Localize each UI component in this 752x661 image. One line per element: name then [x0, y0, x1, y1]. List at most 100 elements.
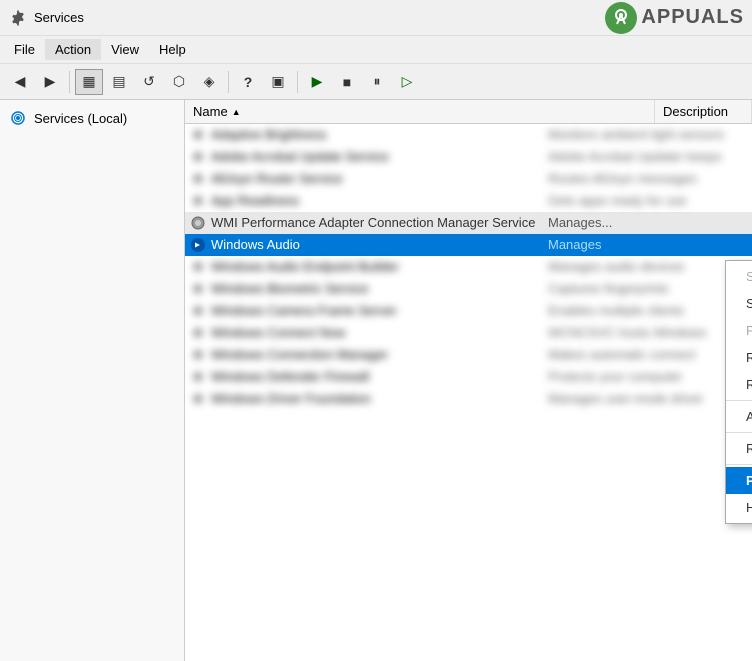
back-button[interactable]: ◀: [6, 69, 34, 95]
table-row[interactable]: WMI Performance Adapter Connection Manag…: [185, 212, 752, 234]
content-area: Name ▲ Description ⚙ Adaptive Brightness…: [185, 100, 752, 661]
table-row[interactable]: ⚙ Windows Connect Now WCNCSVC hosts Wind…: [185, 322, 752, 344]
service-icon: ⚙: [189, 192, 207, 210]
menu-bar: File Action View Help: [0, 36, 752, 64]
table-row[interactable]: ⚙ Windows Camera Frame Server Enables mu…: [185, 300, 752, 322]
properties-icon: ◈: [204, 73, 215, 90]
table-row[interactable]: ⚙ App Readiness Gets apps ready for use: [185, 190, 752, 212]
forward-button[interactable]: ▶: [36, 69, 64, 95]
ctx-restart-label: Restart: [746, 377, 752, 392]
help-icon: ?: [244, 74, 253, 90]
table-row[interactable]: ⚙ Windows Biometric Service Captures fin…: [185, 278, 752, 300]
service-icon: ⚙: [189, 126, 207, 144]
forward-icon: ▶: [45, 73, 56, 90]
table-row[interactable]: ⚙ Windows Driver Foundation Manages user…: [185, 388, 752, 410]
col-header-description[interactable]: Description: [655, 100, 752, 123]
service-list[interactable]: ⚙ Adaptive Brightness Monitors ambient l…: [185, 124, 752, 661]
view-options-icon: ▣: [271, 73, 284, 90]
stop-button[interactable]: ■: [333, 69, 361, 95]
table-row[interactable]: ⚙ Windows Audio Endpoint Builder Manages…: [185, 256, 752, 278]
refresh-icon: ↺: [143, 73, 155, 90]
ctx-all-tasks-label: All Tasks: [746, 409, 752, 424]
services-local-icon: [8, 108, 28, 128]
pause-icon: ⏸: [374, 73, 381, 90]
ctx-start[interactable]: Start: [726, 263, 752, 290]
appuals-text: APPUALS: [641, 6, 744, 29]
service-icon: ⚙: [189, 368, 207, 386]
pause-button[interactable]: ⏸: [363, 69, 391, 95]
sort-arrow: ▲: [232, 107, 241, 117]
service-icon: ⚙: [189, 280, 207, 298]
ctx-stop[interactable]: Stop: [726, 290, 752, 317]
ctx-properties[interactable]: Properties: [726, 467, 752, 494]
service-icon: ⚙: [189, 390, 207, 408]
main-layout: Services (Local) Name ▲ Description ⚙ Ad…: [0, 100, 752, 661]
ctx-sep-1: [726, 400, 752, 401]
toolbar-sep-3: [297, 71, 298, 93]
ctx-stop-label: Stop: [746, 296, 752, 311]
service-icon: ⚙: [189, 148, 207, 166]
table-row[interactable]: ⚙ Adaptive Brightness Monitors ambient l…: [185, 124, 752, 146]
sidebar-services-local-label: Services (Local): [34, 111, 127, 126]
standard-view-button[interactable]: ▦: [75, 69, 103, 95]
menu-view[interactable]: View: [101, 39, 149, 60]
view-options-button[interactable]: ▣: [264, 69, 292, 95]
service-icon: ⚙: [189, 324, 207, 342]
ctx-help-label: Help: [746, 500, 752, 515]
column-headers: Name ▲ Description: [185, 100, 752, 124]
resume-button[interactable]: ▷: [393, 69, 421, 95]
windows-audio-icon: [189, 236, 207, 254]
stop-icon: ■: [343, 74, 351, 90]
col-header-name[interactable]: Name ▲: [185, 100, 655, 123]
table-row[interactable]: ⚙ Windows Connection Manager Makes autom…: [185, 344, 752, 366]
toolbar: ◀ ▶ ▦ ▤ ↺ ⬡ ◈ ? ▣ ▶ ■ ⏸ ▷: [0, 64, 752, 100]
export-button[interactable]: ⬡: [165, 69, 193, 95]
appuals-logo: APPUALS: [605, 2, 744, 34]
title-bar-icon: [8, 8, 28, 28]
ctx-help[interactable]: Help: [726, 494, 752, 521]
ctx-all-tasks[interactable]: All Tasks ›: [726, 403, 752, 430]
table-row-windows-audio[interactable]: Windows Audio Manages: [185, 234, 752, 256]
table-row[interactable]: ⚙ AllJoyn Router Service Routes AllJoyn …: [185, 168, 752, 190]
ctx-start-label: Start: [746, 269, 752, 284]
extended-view-button[interactable]: ▤: [105, 69, 133, 95]
sidebar: Services (Local): [0, 100, 185, 661]
table-row[interactable]: ⚙ Adobe Acrobat Update Service Adobe Acr…: [185, 146, 752, 168]
menu-action[interactable]: Action: [45, 39, 101, 60]
refresh-button[interactable]: ↺: [135, 69, 163, 95]
ctx-refresh[interactable]: Refresh: [726, 435, 752, 462]
back-icon: ◀: [15, 73, 26, 90]
appuals-a-icon: [605, 2, 637, 34]
toolbar-sep-2: [228, 71, 229, 93]
ctx-resume-label: Resume: [746, 350, 752, 365]
menu-file[interactable]: File: [4, 39, 45, 60]
service-icon: ⚙: [189, 346, 207, 364]
service-icon: ⚙: [189, 170, 207, 188]
ctx-sep-3: [726, 464, 752, 465]
toolbar-sep-1: [69, 71, 70, 93]
ctx-pause[interactable]: Pause: [726, 317, 752, 344]
properties-button[interactable]: ◈: [195, 69, 223, 95]
service-icon: [189, 214, 207, 232]
resume-icon: ▷: [402, 73, 413, 90]
ctx-refresh-label: Refresh: [746, 441, 752, 456]
standard-view-icon: ▦: [82, 73, 95, 90]
ctx-sep-2: [726, 432, 752, 433]
ctx-pause-label: Pause: [746, 323, 752, 338]
window-title: Services: [34, 10, 84, 25]
help-button[interactable]: ?: [234, 69, 262, 95]
title-bar: Services APPUALS: [0, 0, 752, 36]
play-icon: ▶: [312, 73, 323, 90]
play-button[interactable]: ▶: [303, 69, 331, 95]
service-icon: ⚙: [189, 258, 207, 276]
ctx-resume[interactable]: Resume: [726, 344, 752, 371]
table-row[interactable]: ⚙ Windows Defender Firewall Protects you…: [185, 366, 752, 388]
context-menu: Start Stop Pause Resume Restart All Task…: [725, 260, 752, 524]
sidebar-item-services-local[interactable]: Services (Local): [0, 104, 184, 132]
service-icon: ⚙: [189, 302, 207, 320]
ctx-restart[interactable]: Restart: [726, 371, 752, 398]
ctx-properties-label: Properties: [746, 473, 752, 488]
export-icon: ⬡: [173, 73, 185, 90]
extended-view-icon: ▤: [112, 73, 125, 90]
menu-help[interactable]: Help: [149, 39, 196, 60]
